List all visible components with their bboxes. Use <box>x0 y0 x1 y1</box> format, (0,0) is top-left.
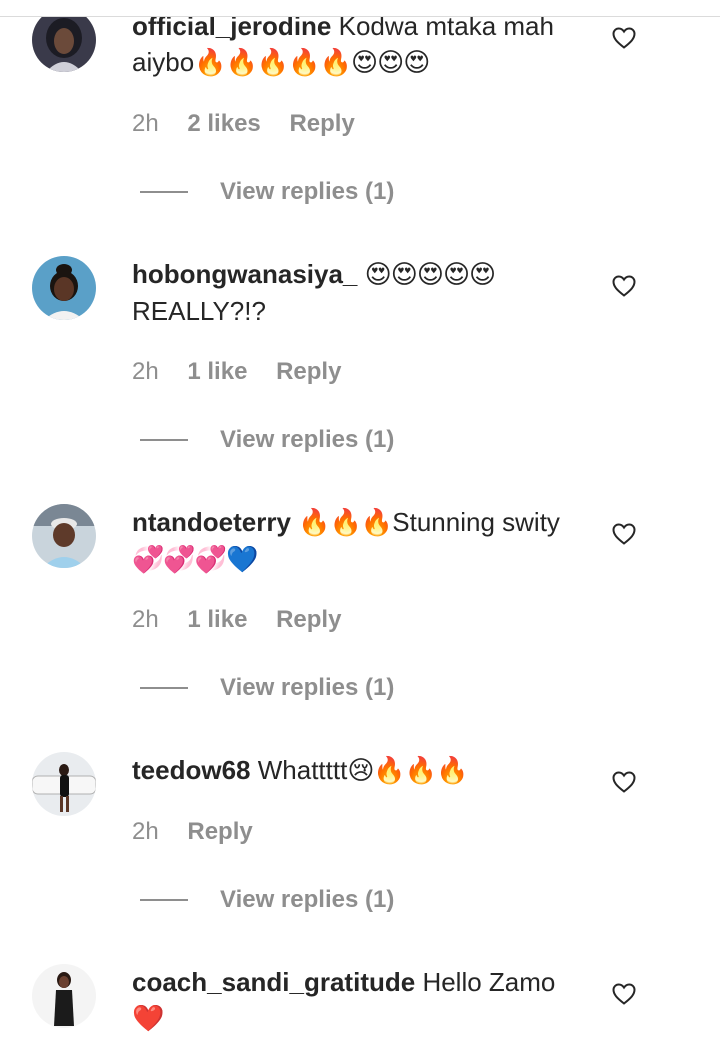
view-replies-label: View replies (1) <box>220 674 395 701</box>
comment-likes[interactable]: 1 like <box>187 606 247 633</box>
comment-time: 2h <box>132 110 159 137</box>
comment-meta: 2h 1 like Reply <box>132 606 363 634</box>
comment-emoji: 🔥🔥🔥🔥🔥😍😍😍 <box>194 48 430 78</box>
heart-outline-icon <box>612 523 636 545</box>
comment-meta: 2h Reply <box>132 818 275 846</box>
comment-text: hobongwanasiya_ 😍😍😍😍😍 REALLY?!? <box>132 256 582 329</box>
comment-likes[interactable]: 1 like <box>187 358 247 385</box>
avatar[interactable] <box>32 504 96 568</box>
comment-message: Hello Zamo <box>422 967 556 997</box>
comment-emoji: ❤️ <box>132 1004 164 1034</box>
view-replies-button[interactable]: View replies (1) <box>140 674 394 702</box>
comment-message: Stunning swity <box>392 507 560 537</box>
comment-message: Whattttt <box>257 755 348 785</box>
comment-username[interactable]: ntandoeterry <box>132 507 291 537</box>
comment-username[interactable]: teedow68 <box>132 755 251 785</box>
avatar[interactable] <box>32 256 96 320</box>
comment-emoji: 🔥🔥🔥 <box>298 508 393 538</box>
comment-username[interactable]: coach_sandi_gratitude <box>132 967 415 997</box>
view-replies-label: View replies (1) <box>220 426 395 453</box>
heart-outline-icon <box>612 27 636 49</box>
heart-outline-icon <box>612 983 636 1005</box>
top-divider <box>0 0 720 17</box>
replies-divider <box>140 439 188 441</box>
comment-text: official_jerodine Kodwa mtaka mah aiybo🔥… <box>132 8 582 81</box>
view-replies-button[interactable]: View replies (1) <box>140 178 394 206</box>
like-button[interactable] <box>608 978 640 1010</box>
view-replies-label: View replies (1) <box>220 178 395 205</box>
comment-emoji-after: 💞💞💞💙 <box>132 545 258 575</box>
reply-button[interactable]: Reply <box>187 818 252 845</box>
like-button[interactable] <box>608 766 640 798</box>
reply-button[interactable]: Reply <box>276 606 341 633</box>
comment-likes[interactable]: 2 likes <box>187 110 260 137</box>
view-replies-label: View replies (1) <box>220 886 395 913</box>
like-button[interactable] <box>608 518 640 550</box>
comment-time: 2h <box>132 358 159 385</box>
replies-divider <box>140 899 188 901</box>
comment-emoji: 😍😍😍😍😍 <box>364 260 497 290</box>
comment-emoji: 😢🔥🔥🔥 <box>347 756 468 786</box>
view-replies-button[interactable]: View replies (1) <box>140 886 394 914</box>
comment-time: 2h <box>132 606 159 633</box>
comment-time: 2h <box>132 818 159 845</box>
replies-divider <box>140 687 188 689</box>
comment-username[interactable]: hobongwanasiya_ <box>132 259 357 289</box>
avatar[interactable] <box>32 964 96 1028</box>
reply-button[interactable]: Reply <box>289 110 354 137</box>
heart-outline-icon <box>612 771 636 793</box>
comment-text: coach_sandi_gratitude Hello Zamo ❤️ <box>132 964 582 1037</box>
comment-text: ntandoeterry 🔥🔥🔥Stunning swity 💞💞💞💙 <box>132 504 582 578</box>
comment-text: teedow68 Whattttt😢🔥🔥🔥 <box>132 752 582 789</box>
view-replies-button[interactable]: View replies (1) <box>140 426 394 454</box>
replies-divider <box>140 191 188 193</box>
avatar[interactable] <box>32 8 96 72</box>
avatar[interactable] <box>32 752 96 816</box>
like-button[interactable] <box>608 22 640 54</box>
like-button[interactable] <box>608 270 640 302</box>
comment-message: REALLY?!? <box>132 296 266 326</box>
reply-button[interactable]: Reply <box>276 358 341 385</box>
comment-meta: 2h 1 like Reply <box>132 358 363 386</box>
heart-outline-icon <box>612 275 636 297</box>
comment-meta: 2h 2 likes Reply <box>132 110 377 138</box>
